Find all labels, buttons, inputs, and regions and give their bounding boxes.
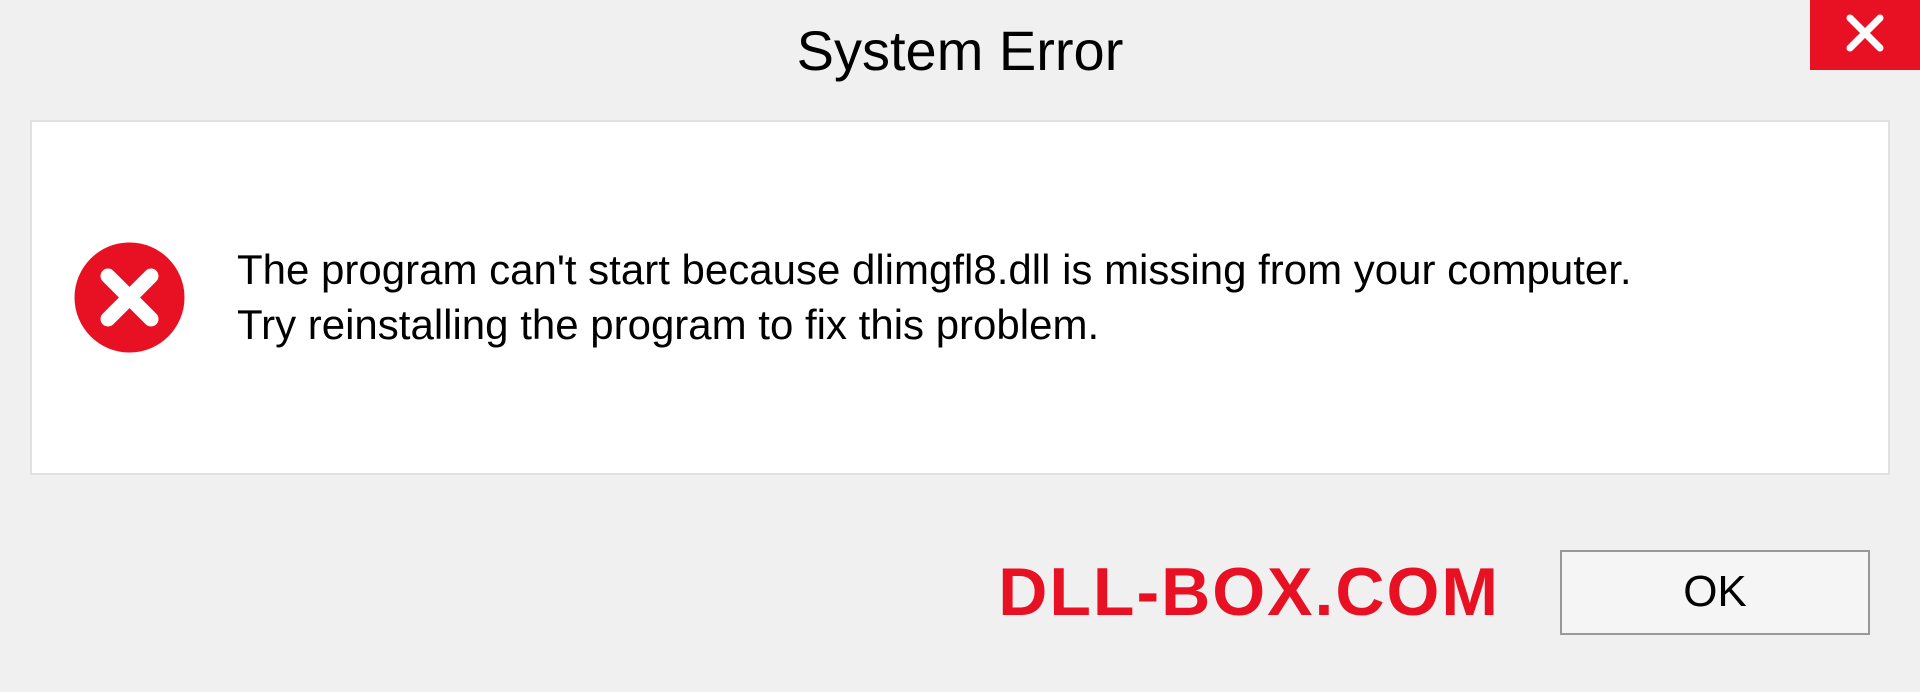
ok-button-label: OK — [1683, 567, 1747, 617]
dialog-title: System Error — [797, 18, 1124, 83]
title-bar: System Error — [0, 0, 1920, 100]
content-panel: The program can't start because dlimgfl8… — [30, 120, 1890, 475]
error-icon — [72, 240, 187, 355]
close-icon — [1844, 12, 1886, 59]
footer-bar: DLL-BOX.COM OK — [0, 512, 1920, 692]
watermark-text: DLL-BOX.COM — [998, 553, 1500, 631]
close-button[interactable] — [1810, 0, 1920, 70]
ok-button[interactable]: OK — [1560, 550, 1870, 635]
error-message: The program can't start because dlimgfl8… — [237, 243, 1632, 352]
